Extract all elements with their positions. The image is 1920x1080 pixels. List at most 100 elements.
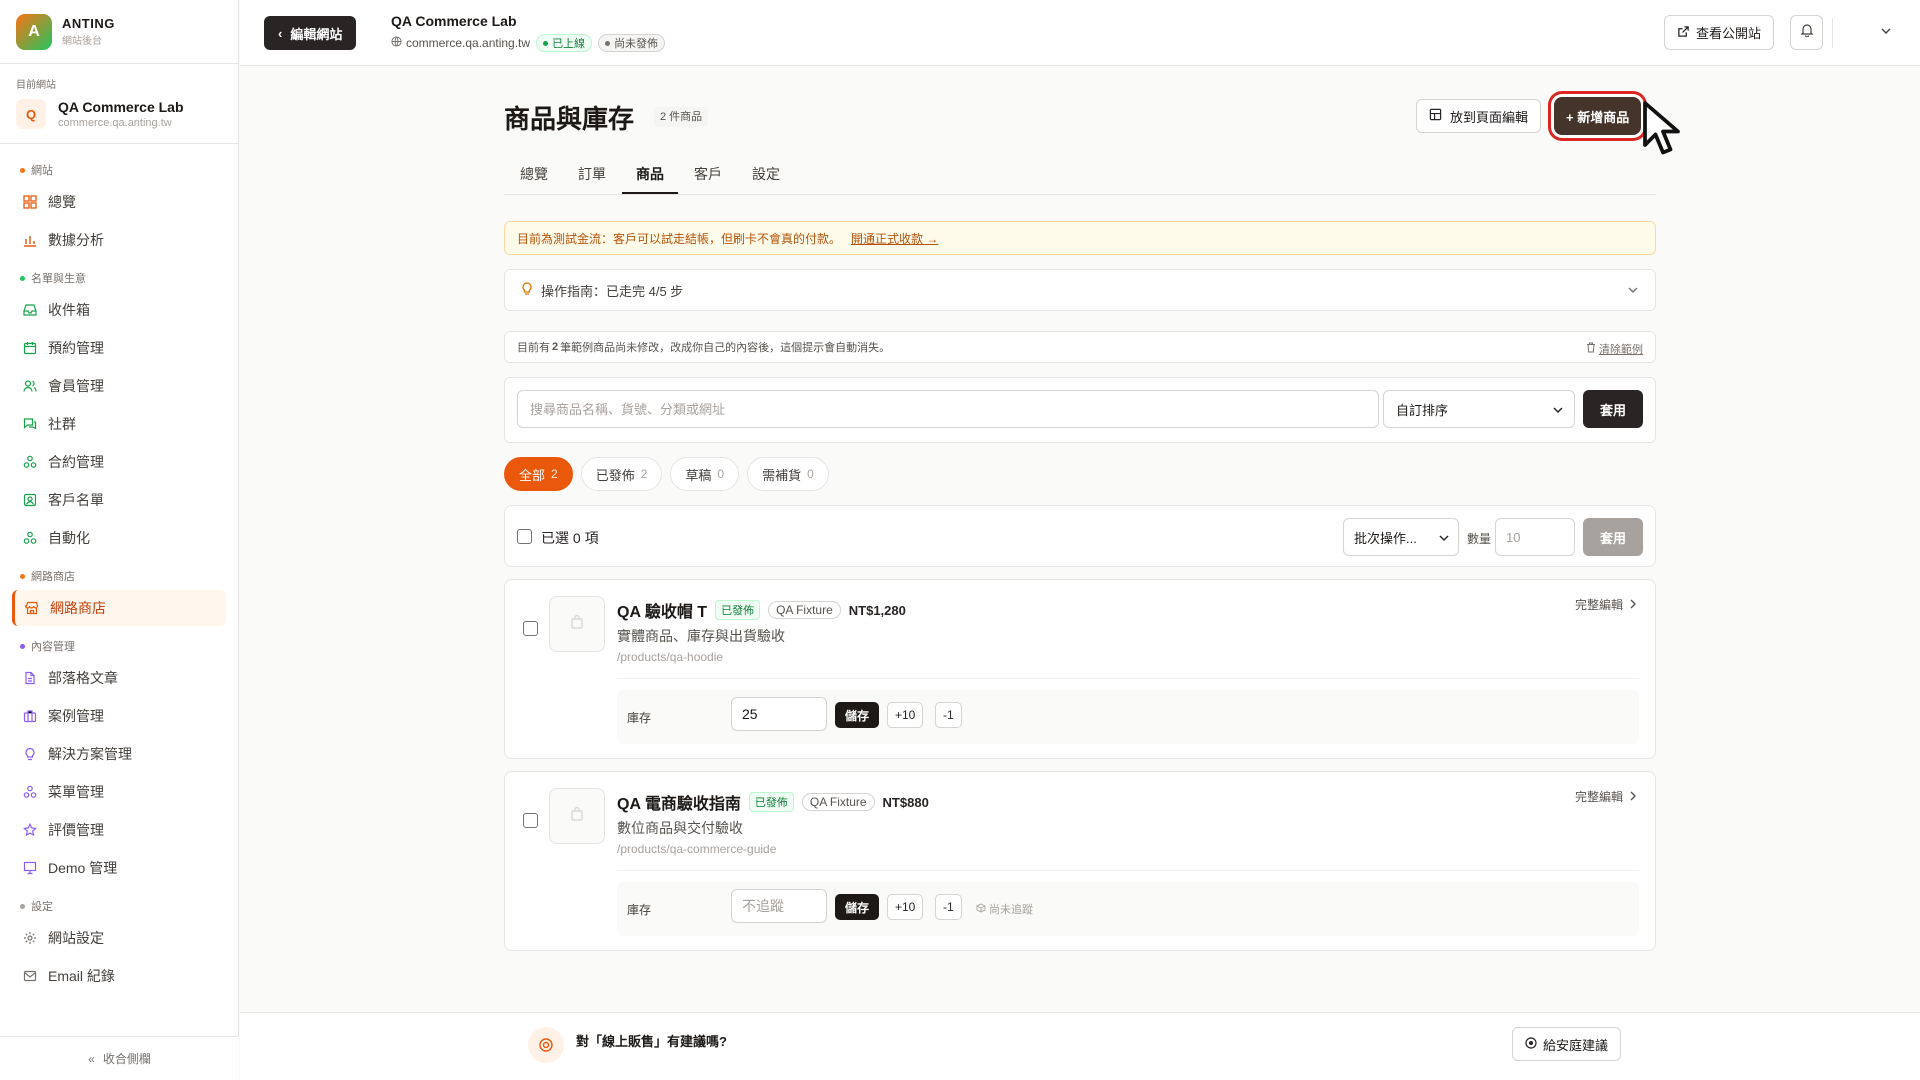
- sidebar-item[interactable]: 社群: [12, 406, 226, 442]
- stock-minus-1-button[interactable]: -1: [935, 702, 962, 728]
- sample-products-notice: 目前有 2 筆範例商品尚未修改，改成你自己的內容後，這個提示會自動消失。 清除範…: [504, 331, 1656, 363]
- site-domain: commerce.qa.anting.tw: [58, 117, 172, 129]
- sidebar-item-label: Demo 管理: [48, 860, 118, 876]
- product-description: 實體商品、庫存與出貨驗收: [617, 628, 785, 644]
- sidebar-item[interactable]: 會員管理: [12, 368, 226, 404]
- sidebar-item-label: 社群: [48, 416, 76, 432]
- product-name[interactable]: QA 驗收帽 T: [617, 598, 707, 622]
- feedback-title: 對「線上販售」有建議嗎?: [576, 1034, 727, 1049]
- product-thumbnail: [549, 596, 605, 652]
- sidebar-item[interactable]: 菜單管理: [12, 774, 226, 810]
- sidebar-item[interactable]: 網站設定: [12, 920, 226, 956]
- stock-plus-10-button[interactable]: +10: [887, 894, 924, 920]
- topbar-site-title: QA Commerce Lab: [391, 13, 517, 29]
- filter-chip[interactable]: 已發佈 2: [580, 457, 663, 491]
- guide-accordion[interactable]: 操作指南：已走完 4/5 步: [504, 269, 1656, 311]
- topbar-site-domain[interactable]: commerce.qa.anting.tw: [406, 36, 530, 50]
- nav-group-dot: [20, 643, 25, 649]
- filter-chip[interactable]: 需補貨 0: [747, 457, 829, 491]
- stock-input[interactable]: 不追蹤: [731, 889, 827, 923]
- sample-notice-prefix: 目前有: [517, 342, 550, 354]
- status-live-badge: 已上線: [536, 34, 593, 52]
- collapse-sidebar-button[interactable]: « 收合側欄: [0, 1036, 239, 1080]
- product-card: QA 驗收帽 T 已發佈 QA Fixture NT$1,280 實體商品、庫存…: [504, 579, 1656, 759]
- topbar-divider: [1832, 18, 1833, 48]
- product-name[interactable]: QA 電商驗收指南: [617, 790, 741, 814]
- chevron-down-icon: [1438, 532, 1450, 547]
- sidebar-item-label: 案例管理: [48, 708, 104, 724]
- guide-text: 操作指南：已走完 4/5 步: [541, 283, 684, 299]
- sidebar-item[interactable]: 自動化: [12, 520, 226, 556]
- menu-tree-icon: [22, 784, 38, 800]
- sort-select[interactable]: 自訂排序: [1383, 390, 1575, 428]
- sidebar-item[interactable]: 收件箱: [12, 292, 226, 328]
- account-menu-chevron-icon[interactable]: [1880, 24, 1892, 42]
- filter-chip[interactable]: 全部 2: [504, 457, 573, 491]
- untracked-label: 尚未追蹤: [989, 904, 1033, 916]
- bulk-action-select[interactable]: 批次操作...: [1343, 518, 1459, 556]
- tab[interactable]: 商品: [622, 164, 678, 194]
- sidebar-item[interactable]: 案例管理: [12, 698, 226, 734]
- tab[interactable]: 客戶: [680, 164, 736, 194]
- current-site-switcher[interactable]: Q QA Commerce Lab commerce.qa.anting.tw: [16, 99, 222, 129]
- product-description: 數位商品與交付驗收: [617, 820, 743, 836]
- sidebar-item-label: Email 紀錄: [48, 968, 115, 984]
- sidebar-item[interactable]: 部落格文章: [12, 660, 226, 696]
- tab[interactable]: 訂單: [564, 164, 620, 194]
- page-title: 商品與庫存: [504, 104, 635, 134]
- feedback-button[interactable]: 給安庭建議: [1512, 1027, 1622, 1061]
- filter-count: 2: [640, 467, 648, 481]
- stock-panel: 庫存 25 儲存 +10 -1: [617, 690, 1639, 744]
- sidebar-item[interactable]: 總覽: [12, 184, 226, 220]
- view-public-site-button[interactable]: 查看公開站: [1664, 15, 1775, 50]
- bulk-apply-button[interactable]: 套用: [1583, 518, 1643, 556]
- page-edit-button[interactable]: 放到頁面編輯: [1416, 99, 1542, 133]
- search-apply-button[interactable]: 套用: [1583, 390, 1643, 428]
- product-checkbox[interactable]: [523, 621, 538, 636]
- filter-chip[interactable]: 草稿 0: [670, 457, 740, 491]
- clear-samples-button[interactable]: 清除範例: [1586, 341, 1643, 357]
- sort-select-value: 自訂排序: [1396, 402, 1449, 418]
- tab[interactable]: 總覽: [506, 164, 562, 194]
- sidebar-item[interactable]: 客戶名單: [12, 482, 226, 518]
- filter-label: 需補貨: [762, 467, 802, 483]
- sidebar-item[interactable]: Email 紀錄: [12, 958, 226, 994]
- stock-save-button[interactable]: 儲存: [835, 894, 879, 920]
- enable-payment-link[interactable]: 開通正式收款 →: [851, 230, 938, 247]
- back-edit-site-button[interactable]: ‹ 編輯網站: [264, 16, 357, 50]
- section-tabs: 總覽 訂單 商品 客戶 設定: [504, 142, 1656, 195]
- stock-panel: 庫存 不追蹤 儲存 +10 -1 尚未追蹤: [617, 882, 1639, 936]
- stock-minus-1-button[interactable]: -1: [935, 894, 962, 920]
- bulk-action-value: 批次操作...: [1354, 530, 1417, 546]
- notifications-button[interactable]: [1790, 15, 1823, 50]
- sidebar: A ANTING 網站後台 目前網站 Q QA Commerce Lab com…: [0, 0, 239, 1080]
- select-all-checkbox[interactable]: [517, 529, 532, 544]
- nav-group-dot: [20, 167, 25, 173]
- stock-save-button[interactable]: 儲存: [835, 702, 879, 728]
- bell-icon: [1800, 23, 1814, 42]
- sidebar-item[interactable]: Demo 管理: [12, 850, 226, 886]
- full-edit-link[interactable]: 完整編輯: [1575, 596, 1637, 613]
- sidebar-item[interactable]: 網路商店: [12, 590, 226, 626]
- brand[interactable]: A ANTING 網站後台: [0, 0, 238, 64]
- stock-plus-10-button[interactable]: +10: [887, 702, 924, 728]
- product-slug: /products/qa-commerce-guide: [617, 842, 777, 856]
- search-input[interactable]: [517, 390, 1379, 428]
- sidebar-item[interactable]: 評價管理: [12, 812, 226, 848]
- product-divider: [617, 678, 1639, 679]
- topbar-site-meta: commerce.qa.anting.tw 已上線 尚未發佈: [391, 34, 666, 52]
- tab[interactable]: 設定: [738, 164, 794, 194]
- product-checkbox[interactable]: [523, 813, 538, 828]
- sidebar-item[interactable]: 數據分析: [12, 222, 226, 258]
- quantity-input[interactable]: 10: [1495, 518, 1575, 556]
- sidebar-item[interactable]: 合約管理: [12, 444, 226, 480]
- sidebar-item[interactable]: 解決方案管理: [12, 736, 226, 772]
- calendar-icon: [22, 340, 38, 356]
- full-edit-link[interactable]: 完整編輯: [1575, 788, 1637, 805]
- back-button-label: 編輯網站: [290, 26, 343, 42]
- add-product-button[interactable]: + 新增商品: [1554, 97, 1642, 135]
- sidebar-item[interactable]: 預約管理: [12, 330, 226, 366]
- sample-count: 2: [552, 341, 559, 353]
- stock-input[interactable]: 25: [731, 697, 827, 731]
- chevron-down-icon: [1552, 404, 1564, 419]
